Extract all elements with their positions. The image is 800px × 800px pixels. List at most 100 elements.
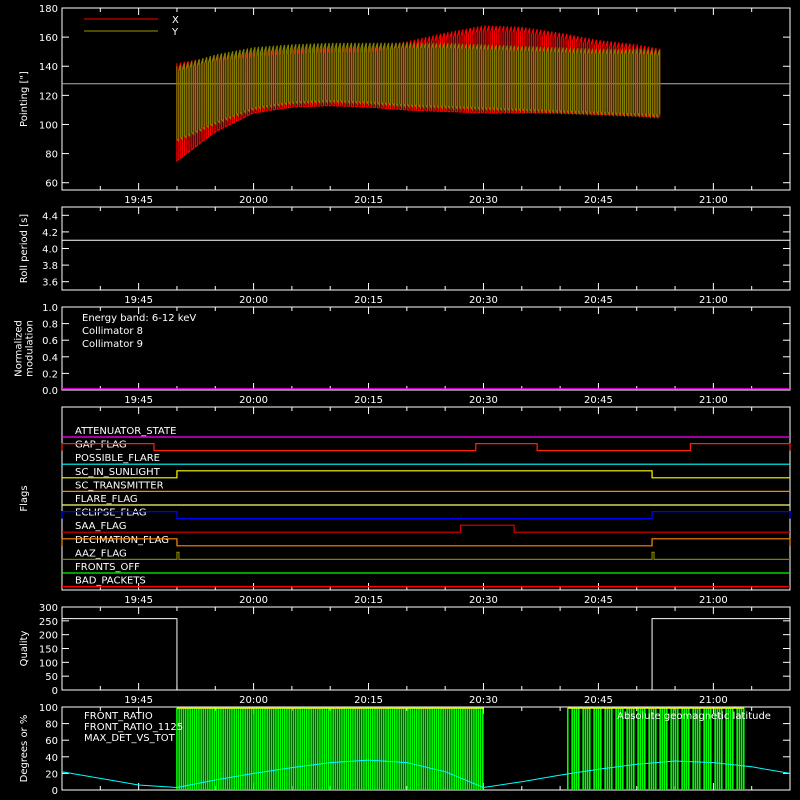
flag-trace-saa-flag	[62, 524, 790, 533]
x-tick-label: 20:45	[584, 695, 613, 706]
y-tick-label: 200	[39, 631, 58, 642]
y-tick-label: 0.4	[42, 353, 58, 364]
annotation-0: Energy band: 6-12 keV	[82, 313, 196, 324]
y-axis-label: Degrees or %	[19, 715, 30, 783]
flag-trace-gap-flag	[61, 443, 791, 452]
y-tick-label: 250	[39, 617, 58, 628]
flag-trace-decimation-flag	[61, 538, 791, 547]
y-tick-label: 4.4	[42, 211, 58, 222]
flag-label-possible-flare: POSSIBLE_FLARE	[75, 453, 160, 464]
series-y-trace	[176, 42, 661, 143]
rhessi-quicklook-chart: 19:45 20:00 20:15 20:30 20:45 21:00 Pointing […	[14, 4, 791, 797]
y-tick-label: 0.2	[42, 369, 58, 380]
x-tick-label: 19:45	[124, 595, 153, 606]
x-tick-label: 21:00	[699, 295, 728, 306]
legend-label-x: X	[172, 15, 179, 26]
y-tick-label: 60	[45, 179, 58, 190]
flag-label-aaz-flag: AAZ_FLAG	[75, 548, 127, 559]
y-tick-label: 100	[39, 703, 58, 714]
x-tick-label: 20:45	[584, 595, 613, 606]
x-tick-label: 19:45	[124, 395, 153, 406]
x-tick-label: 21:00	[699, 195, 728, 206]
y-tick-label: 0.8	[42, 320, 58, 331]
y-tick-label: 50	[45, 672, 58, 683]
x-tick-label: 20:15	[354, 695, 383, 706]
y-tick-label: 4.2	[42, 228, 58, 239]
x-tick-label: 20:00	[239, 395, 268, 406]
y-tick-label: 160	[39, 33, 58, 44]
y-tick-label: 40	[45, 753, 58, 764]
legend-label-front-ratio-1125: FRONT_RATIO_1125	[84, 722, 183, 733]
y-tick-label: 300	[39, 603, 58, 614]
x-tick-label: 20:15	[354, 595, 383, 606]
y-axis-label: modulation	[25, 320, 36, 377]
x-tick-label: 20:30	[469, 695, 498, 706]
quality-trace	[62, 618, 790, 691]
y-tick-label: 180	[39, 4, 58, 15]
flag-label-gap-flag: GAP_FLAG	[75, 440, 127, 451]
flag-label-sc-transmitter: SC_TRANSMITTER	[75, 480, 164, 491]
flag-label-fronts-off: FRONTS_OFF	[75, 562, 140, 573]
y-tick-label: 80	[45, 720, 58, 731]
x-tick-label: 20:00	[239, 195, 268, 206]
y-axis-label: Quality	[19, 631, 30, 667]
flag-trace-sc-in-sunlight	[62, 470, 790, 479]
y-tick-label: 120	[39, 91, 58, 102]
y-tick-label: 150	[39, 645, 58, 656]
y-tick-label: 0.6	[42, 336, 58, 347]
panel-frame-1	[61, 206, 791, 291]
y-tick-label: 140	[39, 62, 58, 73]
y-tick-label: 100	[39, 658, 58, 669]
flag-label-saa-flag: SAA_FLAG	[75, 521, 126, 532]
x-tick-label: 20:15	[354, 295, 383, 306]
x-tick-label: 20:30	[469, 295, 498, 306]
x-tick-label: 20:45	[584, 395, 613, 406]
flag-label-bad-packets: BAD_PACKETS	[75, 576, 146, 587]
flag-label-flare-flag: FLARE_FLAG	[75, 494, 138, 505]
y-tick-label: 3.8	[42, 261, 58, 272]
x-tick-label: 20:30	[469, 595, 498, 606]
series-y	[176, 42, 661, 143]
x-tick-label: 20:00	[239, 695, 268, 706]
x-tick-label: 19:45	[124, 195, 153, 206]
flag-trace-aaz-flag	[62, 551, 790, 560]
x-tick-label: 20:45	[584, 295, 613, 306]
geomagnetic-latitude-label: Absolute geomagnetic latitude	[617, 711, 771, 722]
annotation-2: Collimator 9	[82, 339, 143, 350]
y-tick-label: 80	[45, 150, 58, 161]
y-tick-label: 20	[45, 769, 58, 780]
x-tick-label: 20:30	[469, 195, 498, 206]
legend-label-front-ratio: FRONT_RATIO	[84, 711, 153, 722]
y-tick-label: 0	[52, 786, 58, 797]
x-tick-label: 21:00	[699, 695, 728, 706]
x-tick-label: 20:45	[584, 195, 613, 206]
annotation-1: Collimator 8	[82, 326, 143, 337]
y-axis-label: Roll period [s]	[19, 214, 30, 283]
y-axis-label: Flags	[19, 485, 30, 511]
y-tick-label: 0.0	[42, 386, 58, 397]
x-tick-label: 19:45	[124, 295, 153, 306]
y-tick-label: 4.0	[42, 245, 58, 256]
x-tick-label: 20:00	[239, 295, 268, 306]
x-tick-label: 20:00	[239, 595, 268, 606]
flag-trace-eclipse-flag	[61, 511, 791, 520]
x-tick-label: 19:45	[124, 695, 153, 706]
x-tick-label: 20:15	[354, 195, 383, 206]
y-tick-label: 0	[52, 686, 58, 697]
flag-label-sc-in-sunlight: SC_IN_SUNLIGHT	[75, 467, 161, 478]
y-tick-label: 60	[45, 736, 58, 747]
panel-frame-4	[61, 606, 791, 691]
legend-label-y: Y	[171, 27, 179, 38]
x-tick-label: 20:30	[469, 395, 498, 406]
y-axis-label: Normalized	[14, 320, 25, 377]
x-tick-label: 21:00	[699, 395, 728, 406]
y-axis-label: Pointing ["]	[19, 71, 30, 127]
x-tick-label: 21:00	[699, 595, 728, 606]
x-tick-label: 20:15	[354, 395, 383, 406]
y-tick-label: 1.0	[42, 303, 58, 314]
flag-label-decimation-flag: DECIMATION_FLAG	[75, 535, 169, 546]
flag-label-attenuator-state: ATTENUATOR_STATE	[75, 426, 176, 437]
flag-label-eclipse-flag: ECLIPSE_FLAG	[75, 508, 146, 519]
y-tick-label: 3.6	[42, 278, 58, 289]
legend-label-max-det-vs-tot: MAX_DET_VS_TOT	[84, 733, 176, 744]
